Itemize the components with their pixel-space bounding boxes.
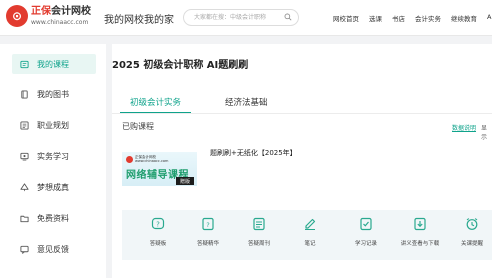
- data-explanation-link[interactable]: 数据说明: [452, 123, 476, 132]
- sidebar-item-label: 我的图书: [37, 89, 69, 99]
- site-logo[interactable]: ⊙ 正保会计网校 www.chinaacc.com: [6, 5, 91, 27]
- sidebar-item-free-materials[interactable]: 免费资料: [12, 208, 96, 228]
- tabs-divider: [112, 113, 492, 114]
- nav-item-bookstore[interactable]: 书店: [392, 13, 405, 23]
- sidebar-item-my-books[interactable]: 我的图书: [12, 84, 96, 104]
- top-header: ⊙ 正保会计网校 www.chinaacc.com 我的网校我的家 网校首页 选…: [0, 0, 492, 36]
- show-toggle[interactable]: 显示: [481, 123, 492, 141]
- download-icon: [414, 217, 426, 231]
- tab-economic-law[interactable]: 经济法基础: [215, 96, 278, 114]
- essence-icon: ?: [202, 217, 214, 231]
- dream-icon: [20, 182, 29, 191]
- tab-accounting-practice[interactable]: 初级会计实务: [120, 96, 192, 114]
- banner-badge: 赠版: [176, 177, 194, 185]
- book-icon: [21, 89, 28, 99]
- sidebar-item-dream[interactable]: 梦想成真: [12, 177, 96, 197]
- top-nav: 网校首页 选课 书店 会计实务 继续教育 Ap: [333, 13, 492, 23]
- nav-item-courses[interactable]: 选课: [369, 13, 382, 23]
- tool-close-reminder[interactable]: 关课提醒: [442, 210, 492, 260]
- search-box[interactable]: [183, 9, 299, 26]
- sidebar-item-label: 职业规划: [37, 120, 69, 130]
- sidebar-item-label: 我的课程: [37, 59, 69, 69]
- logo-brand: 正保: [31, 5, 51, 17]
- alarm-icon: [466, 218, 478, 230]
- tool-label: 学习记录: [354, 241, 377, 247]
- course-name[interactable]: 题刷刷+无纸化【2025年】: [210, 148, 297, 158]
- sidebar: 我的课程 我的图书 职业规划 实务学习 梦想成真 免费资料 意见反馈: [0, 44, 106, 278]
- sidebar-item-career[interactable]: 职业规划: [12, 115, 96, 135]
- note-icon: [305, 218, 316, 230]
- logo-text: 正保会计网校 www.chinaacc.com: [31, 6, 91, 27]
- search-icon[interactable]: [284, 13, 292, 21]
- course-icon: [20, 60, 29, 68]
- purchased-courses-label: 已购课程: [122, 122, 154, 131]
- sidebar-item-practice[interactable]: 实务学习: [12, 146, 96, 166]
- subject-tabs: 初级会计实务 经济法基础: [120, 96, 302, 114]
- sidebar-item-feedback[interactable]: 意见反馈: [12, 239, 96, 259]
- folder-icon: [20, 215, 29, 222]
- course-tools-bar: ? 答疑板 ? 答疑精华 答疑周刊 笔记 学习记录 讲义查看与下载 关课提醒: [122, 210, 492, 260]
- nav-item-practice[interactable]: 会计实务: [415, 13, 441, 23]
- banner-brand-url: www.chinaacc.com: [135, 159, 169, 163]
- course-banner[interactable]: 正保会计网校 www.chinaacc.com 网络辅导课程 赠版: [122, 152, 197, 186]
- nav-item-continuing-ed[interactable]: 继续教育: [451, 13, 477, 23]
- sidebar-item-label: 免费资料: [37, 213, 69, 223]
- sidebar-item-label: 实务学习: [37, 151, 69, 161]
- page-title: 2025 初级会计职称 AI题刷刷: [112, 60, 249, 71]
- feedback-icon: [20, 245, 29, 254]
- banner-brand: 正保会计网校 www.chinaacc.com: [126, 155, 168, 163]
- sidebar-item-label: 梦想成真: [37, 182, 69, 192]
- tool-study-record[interactable]: 学习记录: [336, 210, 396, 260]
- tool-label: 讲义查看与下载: [400, 241, 440, 247]
- sidebar-item-label: 意见反馈: [37, 244, 69, 254]
- tool-label: 笔记: [304, 241, 316, 247]
- logo-rest: 会计网校: [51, 5, 91, 17]
- tool-label: 关课提醒: [460, 241, 483, 247]
- career-icon: [20, 120, 29, 130]
- main-panel: 2025 初级会计职称 AI题刷刷 初级会计实务 经济法基础 已购课程 数据说明…: [112, 44, 492, 278]
- practice-icon: [20, 152, 29, 160]
- tool-notes[interactable]: 笔记: [280, 210, 340, 260]
- weekly-icon: [253, 217, 265, 231]
- search-input[interactable]: [194, 12, 280, 23]
- banner-logo-icon: [126, 155, 133, 163]
- sidebar-item-my-courses[interactable]: 我的课程: [12, 54, 96, 74]
- svg-text:?: ?: [156, 221, 160, 229]
- logo-mark-icon: ⊙: [6, 5, 28, 27]
- site-title: 我的网校我的家: [104, 15, 174, 26]
- logo-url: www.chinaacc.com: [31, 18, 89, 26]
- nav-item-home[interactable]: 网校首页: [333, 13, 359, 23]
- tool-handout-download[interactable]: 讲义查看与下载: [390, 210, 450, 260]
- record-icon: [360, 217, 372, 231]
- svg-text:?: ?: [206, 221, 209, 229]
- question-icon: ?: [151, 217, 165, 230]
- nav-item-app[interactable]: Ap: [487, 13, 492, 23]
